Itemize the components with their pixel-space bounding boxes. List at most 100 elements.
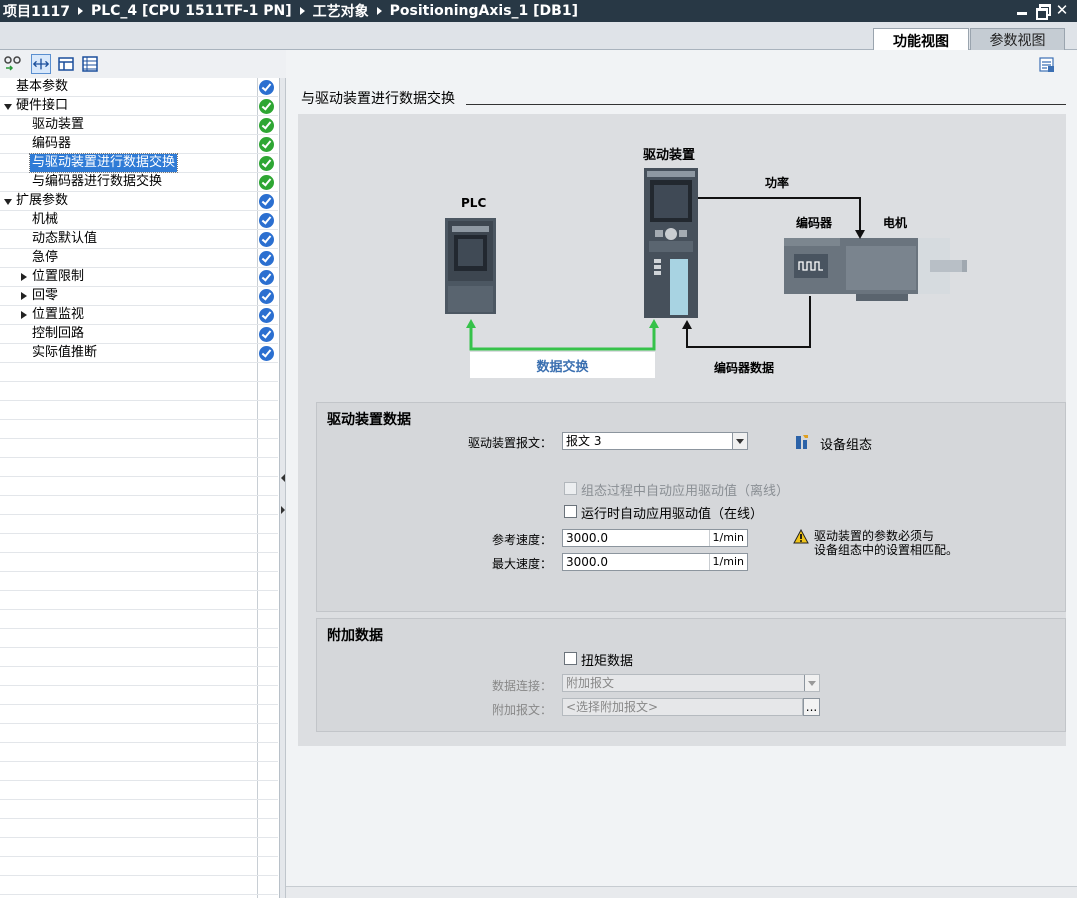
nav-item[interactable]: 驱动装置 [0, 116, 278, 135]
nav-item[interactable]: 基本参数 [0, 78, 278, 97]
empty-row [0, 534, 278, 553]
section-divider [466, 104, 1066, 105]
nav-item[interactable]: 实际值推断 [0, 344, 278, 363]
nav-item-label: 动态默认值 [32, 231, 98, 246]
status-check-icon [259, 346, 274, 361]
status-check-icon [259, 308, 274, 323]
breadcrumb-axis[interactable]: PositioningAxis_1 [DB1] [390, 3, 578, 19]
empty-row [0, 819, 278, 838]
nav-item[interactable]: 动态默认值 [0, 230, 278, 249]
device-config-icon[interactable] [794, 433, 812, 451]
nav-item[interactable]: 位置限制 [0, 268, 278, 287]
auto-apply-offline-checkbox[interactable] [564, 482, 577, 495]
expand-all-icon[interactable] [56, 54, 76, 74]
drive-data-panel: 驱动装置数据 驱动装置报文： 报文 3 设备组态 组态过程中自动应用驱动值（离线… [316, 402, 1066, 612]
breadcrumb-separator-icon [77, 7, 83, 15]
status-check-icon [259, 213, 274, 228]
additional-data-panel: 附加数据 扭矩数据 数据连接： 附加报文 附加报文： <选择附加报文> ... [316, 618, 1066, 732]
minimize-icon[interactable] [1015, 2, 1029, 18]
encoder-label: 编码器 [796, 216, 833, 230]
ref-speed-input[interactable]: 3000.0 1/min [562, 529, 748, 547]
empty-row [0, 458, 278, 477]
empty-row [0, 629, 278, 648]
ref-speed-unit: 1/min [708, 530, 747, 546]
empty-row [0, 800, 278, 819]
telegram-label: 驱动装置报文： [467, 436, 552, 450]
additional-telegram-field[interactable]: <选择附加报文> [562, 698, 803, 716]
drive-label: 驱动装置 [643, 148, 696, 163]
empty-row [0, 648, 278, 667]
empty-row [0, 610, 278, 629]
device-config-link[interactable]: 设备组态 [820, 434, 872, 453]
chevron-down-icon[interactable] [804, 675, 819, 691]
collapsed-triangle-icon[interactable] [21, 273, 27, 281]
restore-icon[interactable] [1035, 2, 1051, 20]
warning-text-line2: 设备组态中的设置相匹配。 [814, 543, 959, 557]
tab-function-view[interactable]: 功能视图 [873, 28, 969, 52]
data-connection-label: 数据连接： [491, 679, 552, 693]
empty-row [0, 876, 278, 895]
nav-item-label: 位置限制 [32, 269, 85, 284]
collapsed-triangle-icon[interactable] [21, 311, 27, 319]
nav-item[interactable]: 扩展参数 [0, 192, 278, 211]
empty-row [0, 686, 278, 705]
empty-row [0, 591, 278, 610]
nav-item[interactable]: 回零 [0, 287, 278, 306]
empty-row [0, 572, 278, 591]
tab-parameter-view[interactable]: 参数视图 [970, 28, 1065, 51]
breadcrumb-separator-icon [376, 7, 382, 15]
nav-item-label: 驱动装置 [32, 117, 85, 132]
nav-item[interactable]: 硬件接口 [0, 97, 278, 116]
auto-apply-online-label: 运行时自动应用驱动值（在线） [581, 507, 764, 522]
status-check-icon [259, 118, 274, 133]
nav-item-label: 急停 [32, 250, 59, 265]
collapse-all-icon[interactable] [80, 54, 100, 74]
auto-apply-online-checkbox[interactable] [564, 505, 577, 518]
nav-item[interactable]: 急停 [0, 249, 278, 268]
status-check-icon [259, 80, 274, 95]
empty-row [0, 363, 278, 382]
expanded-triangle-icon[interactable] [4, 104, 12, 110]
drive-device-icon [644, 168, 698, 318]
empty-row [0, 857, 278, 876]
nav-item[interactable]: 位置监视 [0, 306, 278, 325]
nav-item-label: 与驱动装置进行数据交换 [28, 153, 179, 173]
encoder-data-label: 编码器数据 [714, 361, 775, 375]
additional-telegram-label: 附加报文： [491, 703, 552, 717]
browse-button[interactable]: ... [803, 698, 820, 716]
collapsed-triangle-icon[interactable] [21, 292, 27, 300]
breadcrumb-technology-objects[interactable]: 工艺对象 [313, 1, 369, 21]
status-check-icon [259, 99, 274, 114]
nav-item[interactable]: 机械 [0, 211, 278, 230]
nav-item[interactable]: 控制回路 [0, 325, 278, 344]
data-connection-select[interactable]: 附加报文 [562, 674, 820, 692]
status-check-icon [259, 175, 274, 190]
empty-row [0, 382, 278, 401]
max-speed-input[interactable]: 3000.0 1/min [562, 553, 748, 571]
expanded-triangle-icon[interactable] [4, 199, 12, 205]
ref-speed-label: 参考速度： [491, 533, 552, 547]
breadcrumb-project[interactable]: 项目1117 [3, 1, 70, 21]
collapse-left-icon[interactable] [281, 474, 285, 482]
view-options-icon[interactable] [1038, 56, 1056, 74]
close-icon[interactable]: ✕ [1055, 2, 1069, 18]
nav-item-label: 位置监视 [32, 307, 85, 322]
torque-data-checkbox[interactable] [564, 652, 577, 665]
motor-label: 电机 [883, 216, 908, 230]
nav-item[interactable]: 编码器 [0, 135, 278, 154]
network-view-icon[interactable] [3, 54, 23, 74]
status-check-icon [259, 156, 274, 171]
encoder-motor-icon [784, 238, 967, 301]
toggle-navigation-icon[interactable] [31, 54, 51, 74]
empty-row [0, 439, 278, 458]
nav-item[interactable]: 与编码器进行数据交换 [0, 173, 278, 192]
horizontal-scrollbar[interactable] [286, 886, 1077, 898]
telegram-select[interactable]: 报文 3 [562, 432, 748, 450]
breadcrumb-plc[interactable]: PLC_4 [CPU 1511TF-1 PN] [91, 3, 292, 19]
chevron-down-icon[interactable] [732, 433, 747, 449]
title-bar: 项目1117 PLC_4 [CPU 1511TF-1 PN] 工艺对象 Posi… [0, 0, 1077, 22]
nav-item[interactable]: 与驱动装置进行数据交换 [0, 153, 278, 173]
breadcrumb-separator-icon [299, 7, 305, 15]
empty-row [0, 762, 278, 781]
expand-right-icon[interactable] [281, 506, 285, 514]
